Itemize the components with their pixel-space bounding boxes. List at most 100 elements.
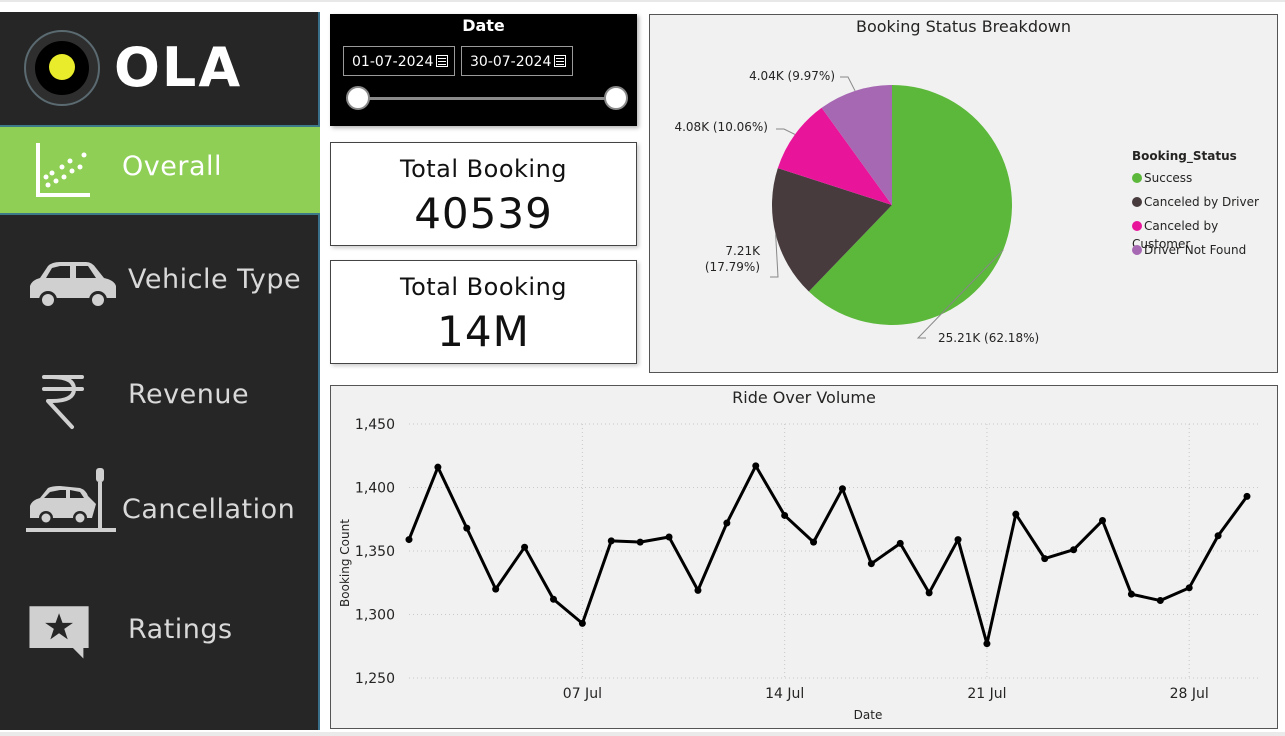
kpi-title: Total Booking (399, 273, 568, 301)
ride-volume-line-panel: Ride Over Volume 1,450 1,400 1,350 1,300 1,2… (330, 385, 1278, 729)
nav-item-vehicle-type[interactable]: Vehicle Type (0, 240, 320, 330)
calendar-icon[interactable] (554, 55, 566, 67)
data-point[interactable] (492, 585, 500, 593)
x-tick-label: 14 Jul (765, 686, 804, 702)
rupee-icon (42, 375, 84, 429)
nav-label-vehicle-type: Vehicle Type (128, 264, 302, 295)
data-point[interactable] (723, 519, 731, 527)
legend-title: Booking_Status (1132, 149, 1237, 163)
data-point[interactable] (1156, 597, 1164, 605)
y-tick-label: 1,350 (355, 544, 395, 560)
series-line (407, 464, 1249, 646)
booking-status-pie-panel: Booking Status Breakdown 25.21K (62.18%)… (649, 14, 1278, 373)
pie-data-label: 25.21K (62.18%) (938, 331, 1039, 345)
logo-emblem (24, 30, 100, 106)
data-point[interactable] (405, 536, 413, 544)
data-point[interactable] (810, 538, 818, 546)
nav-label-overall: Overall (122, 151, 222, 182)
data-point[interactable] (781, 511, 789, 519)
data-point[interactable] (463, 524, 471, 532)
data-point[interactable] (1185, 584, 1193, 592)
date-range-track[interactable] (358, 97, 616, 100)
data-point[interactable] (607, 537, 615, 545)
pie-leader-line (840, 76, 856, 92)
legend-label: Driver Not Found (1144, 243, 1247, 257)
date-slicer: Date 01-07-2024 30-07-2024 (330, 14, 637, 126)
kpi-value: 14M (437, 307, 530, 356)
end-date-value: 30-07-2024 (470, 54, 552, 70)
pie-leader-line (770, 234, 779, 278)
brand-name: OLA (114, 36, 243, 99)
nav-label-revenue: Revenue (128, 379, 250, 410)
data-point[interactable] (1041, 555, 1049, 563)
data-point[interactable] (1070, 546, 1078, 554)
pie-leader-line (776, 128, 796, 135)
nav-item-revenue[interactable]: Revenue (0, 355, 320, 445)
data-point[interactable] (434, 463, 442, 471)
data-point[interactable] (578, 619, 586, 627)
data-point[interactable] (1127, 590, 1135, 598)
end-date-input[interactable]: 30-07-2024 (461, 46, 573, 76)
legend-swatch (1132, 221, 1142, 231)
legend-item-success[interactable]: Success (1132, 169, 1277, 193)
data-point[interactable] (694, 586, 702, 594)
legend-item-canceled-by-customer[interactable]: Canceled by Customer (1132, 217, 1277, 251)
start-date-input[interactable]: 01-07-2024 (343, 46, 455, 76)
y-tick-label: 1,450 (355, 417, 395, 433)
data-point[interactable] (521, 543, 529, 551)
data-point[interactable] (1243, 492, 1251, 500)
pie-data-label: 4.08K (10.06%) (674, 120, 768, 134)
legend-item-canceled-by-driver[interactable]: Canceled by Driver (1132, 193, 1277, 217)
pie-legend: Booking_Status Success Canceled by Drive… (1132, 149, 1277, 265)
top-border (0, 0, 1285, 2)
date-slicer-title: Date (462, 16, 505, 35)
data-point[interactable] (983, 640, 991, 648)
data-point[interactable] (838, 485, 846, 493)
x-axis-title: Date (854, 708, 883, 722)
kpi-title: Total Booking (399, 155, 568, 183)
kpi-value: 40539 (414, 189, 553, 238)
data-point[interactable] (752, 462, 760, 470)
data-point[interactable] (549, 595, 557, 603)
legend-swatch (1132, 197, 1142, 207)
legend-item-driver-not-found[interactable]: Driver Not Found (1132, 241, 1277, 265)
data-point[interactable] (1214, 532, 1222, 540)
line-chart: 1,450 1,400 1,350 1,300 1,250 07 Jul 14 Jul 21 … (338, 417, 1259, 722)
sidebar: OLA Overall Vehicle Type Revenue Cancell… (0, 12, 320, 730)
nav-item-cancellation[interactable]: Cancellation (0, 468, 320, 560)
legend-label: Success (1144, 171, 1193, 185)
data-point[interactable] (867, 560, 875, 568)
car-crash-icon (26, 468, 116, 532)
y-tick-label: 1,400 (355, 481, 395, 497)
data-point[interactable] (954, 536, 962, 544)
data-point[interactable] (1012, 510, 1020, 518)
scatter-chart-icon (36, 143, 90, 197)
nav-label-ratings: Ratings (128, 614, 233, 645)
y-axis-title: Booking Count (338, 519, 352, 607)
nav-item-ratings[interactable]: Ratings (0, 590, 320, 680)
nav-label-cancellation: Cancellation (122, 494, 296, 525)
legend-swatch (1132, 173, 1142, 183)
pie-data-label: 4.04K (9.97%) (749, 69, 835, 83)
x-tick-label: 07 Jul (563, 686, 602, 702)
data-point[interactable] (636, 538, 644, 546)
data-point[interactable] (925, 589, 933, 597)
date-range-end-handle[interactable] (604, 86, 628, 110)
kpi-card-total-booking-value: Total Booking 14M (330, 260, 637, 364)
y-tick-label: 1,300 (355, 608, 395, 624)
date-range-start-handle[interactable] (346, 86, 370, 110)
data-point[interactable] (896, 539, 904, 547)
calendar-icon[interactable] (436, 55, 448, 67)
data-point[interactable] (665, 533, 673, 541)
star-rating-icon (29, 606, 89, 659)
kpi-card-total-booking: Total Booking 40539 (330, 142, 637, 246)
legend-swatch (1132, 245, 1142, 255)
ola-logo: OLA (24, 30, 264, 110)
nav-item-overall[interactable]: Overall (0, 125, 320, 215)
car-icon (30, 262, 116, 309)
bottom-border (0, 732, 1285, 736)
x-tick-label: 21 Jul (967, 686, 1006, 702)
y-tick-label: 1,250 (355, 671, 395, 687)
data-point[interactable] (1099, 517, 1107, 525)
start-date-value: 01-07-2024 (352, 54, 434, 70)
